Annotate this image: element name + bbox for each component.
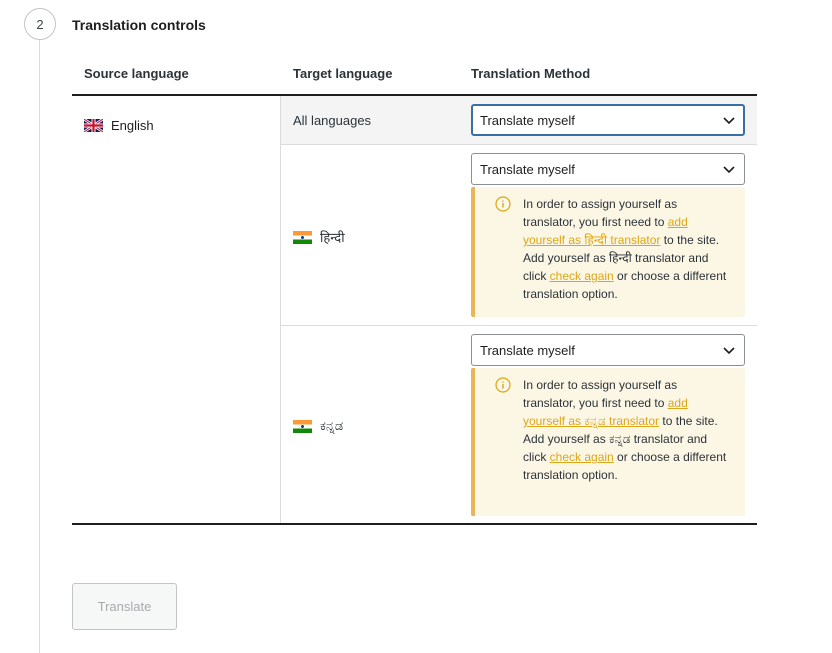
select-value: Translate myself: [480, 342, 575, 358]
india-flag-icon: [293, 230, 312, 244]
step-number-badge: 2: [24, 8, 56, 40]
translate-button[interactable]: Translate: [72, 583, 177, 630]
translation-method-select-hindi[interactable]: Translate myself: [471, 153, 745, 185]
table-row-hindi: हिन्दी Translate myself In order to assi…: [281, 145, 757, 326]
source-language-cell: English: [72, 96, 281, 523]
target-all-languages: All languages: [293, 113, 372, 128]
header-source-language: Source language: [84, 66, 189, 81]
target-language-hindi: हिन्दी: [293, 228, 345, 246]
target-language-name: हिन्दी: [320, 230, 345, 245]
header-target-language: Target language: [293, 66, 393, 81]
translation-table: Source language Target language Translat…: [72, 56, 757, 525]
chevron-down-icon: [723, 166, 735, 174]
chevron-down-icon: [723, 347, 735, 355]
section-title: Translation controls: [72, 17, 206, 33]
translation-method-select-kannada[interactable]: Translate myself: [471, 334, 745, 366]
header-translation-method: Translation Method: [471, 66, 591, 81]
translator-warning-notice: In order to assign yourself as translato…: [471, 187, 745, 317]
info-icon: [495, 196, 511, 212]
translation-method-select-all[interactable]: Translate myself: [471, 104, 745, 136]
check-again-link[interactable]: check again: [550, 269, 614, 283]
india-flag-icon: [293, 419, 312, 433]
table-row-all-languages: All languages Translate myself: [281, 96, 757, 145]
target-language-name: ಕನ್ನಡ: [320, 418, 344, 433]
select-value: Translate myself: [480, 161, 575, 177]
target-language-kannada: ಕನ್ನಡ: [293, 418, 343, 434]
table-header: Source language Target language Translat…: [72, 56, 757, 96]
translator-warning-notice: In order to assign yourself as translato…: [471, 368, 745, 516]
source-language-name: English: [111, 118, 154, 133]
select-value: Translate myself: [480, 112, 575, 128]
source-language: English: [84, 118, 154, 133]
info-icon: [495, 377, 511, 393]
check-again-link[interactable]: check again: [550, 450, 614, 464]
table-row-kannada: ಕನ್ನಡ Translate myself In order to assig…: [281, 326, 757, 523]
step-connector-line: [39, 40, 40, 653]
uk-flag-icon: [84, 119, 103, 132]
table-body: English All languages Translate myself ह…: [72, 96, 757, 525]
chevron-down-icon: [723, 117, 735, 125]
